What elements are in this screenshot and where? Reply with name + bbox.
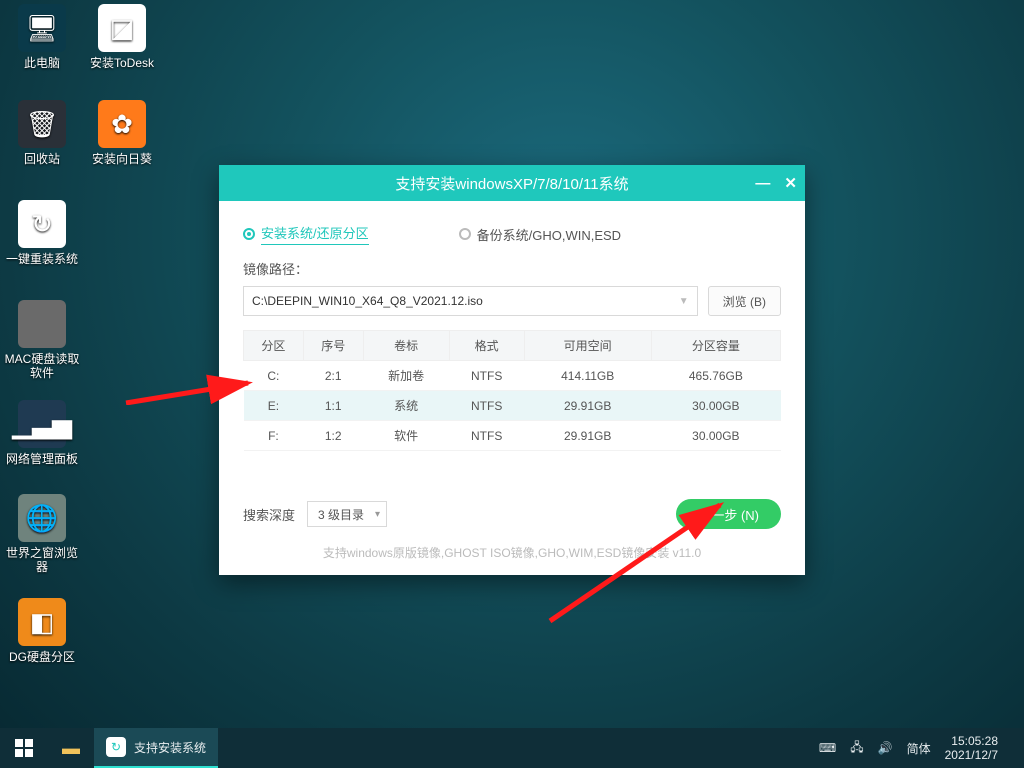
tab-label: 安装系统/还原分区	[261, 223, 369, 245]
desktop-icon-diskgenius[interactable]: ◧ DG硬盘分区	[4, 598, 80, 664]
col-free-space: 可用空间	[524, 331, 651, 361]
image-path-label: 镜像路径：	[243, 259, 781, 278]
tray-time: 15:05:28	[945, 734, 998, 748]
titlebar[interactable]: 支持安装windowsXP/7/8/10/11系统 — ✕	[219, 165, 805, 201]
tray-date: 2021/12/7	[945, 748, 998, 762]
tab-install-restore[interactable]: 安装系统/还原分区	[243, 223, 369, 245]
desktop-icon-label: 一键重装系统	[4, 252, 80, 266]
desktop-icon-label: 世界之窗浏览器	[4, 546, 80, 574]
search-depth-label: 搜索深度	[243, 505, 295, 524]
tray-volume-icon[interactable]: 🔊	[878, 741, 893, 755]
windows-logo-icon	[15, 739, 33, 757]
desktop-icon-sunlogin[interactable]: ✿ 安装向日葵	[84, 100, 160, 166]
desktop-icon-label: 网络管理面板	[4, 452, 80, 466]
start-button[interactable]	[0, 728, 48, 768]
desktop-icon-label: DG硬盘分区	[4, 650, 80, 664]
todesk-icon: ◪	[98, 4, 146, 52]
tray-network-icon[interactable]: 🖧	[850, 738, 863, 759]
image-path-combo[interactable]: C:\DEEPIN_WIN10_X64_Q8_V2021.12.iso ▼	[243, 286, 698, 316]
sunflower-icon: ✿	[98, 100, 146, 148]
desktop-icon-recycle-bin[interactable]: 🗑 回收站	[4, 100, 80, 166]
taskbar-task-label: 支持安装系统	[134, 739, 206, 756]
tray-ime[interactable]: 简体	[907, 740, 931, 757]
table-row[interactable]: F: 1:2 软件 NTFS 29.91GB 30.00GB	[244, 421, 781, 451]
bars-icon: ▁▃▅	[18, 400, 66, 448]
desktop-icon-mac-reader[interactable]: MAC硬盘读取软件	[4, 300, 80, 380]
desktop-icon-label: 回收站	[4, 152, 80, 166]
installer-icon: ↻	[106, 737, 126, 757]
col-capacity: 分区容量	[651, 331, 780, 361]
minimize-button[interactable]: —	[755, 175, 770, 192]
tab-label: 备份系统/GHO,WIN,ESD	[477, 225, 621, 244]
tray-clock[interactable]: 15:05:28 2021/12/7	[945, 734, 998, 762]
chevron-down-icon: ▼	[679, 296, 689, 307]
image-path-value: C:\DEEPIN_WIN10_X64_Q8_V2021.12.iso	[252, 294, 483, 308]
desktop-icon-label: 安装ToDesk	[84, 56, 160, 70]
taskbar-explorer[interactable]: ▬	[48, 728, 94, 768]
support-hint: 支持windows原版镜像,GHOST ISO镜像,GHO,WIM,ESD镜像安…	[219, 544, 805, 561]
table-row[interactable]: C: 2:1 新加卷 NTFS 414.11GB 465.76GB	[244, 361, 781, 391]
desktop-icon-this-pc[interactable]: 🖥 此电脑	[4, 4, 80, 70]
tab-backup-system[interactable]: 备份系统/GHO,WIN,ESD	[459, 225, 621, 244]
browse-button[interactable]: 浏览 (B)	[708, 286, 781, 316]
desktop-icon-todesk[interactable]: ◪ 安装ToDesk	[84, 4, 160, 70]
desktop-icon-label: MAC硬盘读取软件	[4, 352, 80, 380]
desktop-icon-browser[interactable]: 🌐 世界之窗浏览器	[4, 494, 80, 574]
trash-icon: 🗑	[18, 100, 66, 148]
col-volume-label: 卷标	[363, 331, 449, 361]
refresh-icon: ↻	[18, 200, 66, 248]
table-row-selected[interactable]: E: 1:1 系统 NTFS 29.91GB 30.00GB	[244, 391, 781, 421]
globe-icon: 🌐	[18, 494, 66, 542]
radio-off-icon	[459, 228, 471, 240]
col-format: 格式	[449, 331, 524, 361]
tray-action-center-icon[interactable]: ⌨	[819, 741, 836, 755]
taskbar-task-installer[interactable]: ↻ 支持安装系统	[94, 728, 218, 768]
radio-on-icon	[243, 228, 255, 240]
desktop-icon-label: 安装向日葵	[84, 152, 160, 166]
taskbar: ▬ ↻ 支持安装系统 ⌨ 🖧 🔊 简体 15:05:28 2021/12/7	[0, 728, 1024, 768]
col-partition: 分区	[244, 331, 304, 361]
disk-icon: ◧	[18, 598, 66, 646]
installer-window: 支持安装windowsXP/7/8/10/11系统 — ✕ 安装系统/还原分区 …	[219, 165, 805, 575]
monitor-icon: 🖥	[18, 4, 66, 52]
desktop-icon-label: 此电脑	[4, 56, 80, 70]
desktop-icon-reinstall[interactable]: ↻ 一键重装系统	[4, 200, 80, 266]
window-title: 支持安装windowsXP/7/8/10/11系统	[395, 173, 628, 194]
next-button[interactable]: 下一步 (N)	[676, 499, 781, 529]
partition-table: 分区 序号 卷标 格式 可用空间 分区容量 C: 2:1 新加卷 NTFS 41…	[243, 330, 781, 451]
col-sequence: 序号	[303, 331, 363, 361]
apple-icon	[18, 300, 66, 348]
close-button[interactable]: ✕	[784, 174, 797, 192]
desktop-icon-network-panel[interactable]: ▁▃▅ 网络管理面板	[4, 400, 80, 466]
search-depth-select[interactable]: 3 级目录	[307, 501, 387, 527]
